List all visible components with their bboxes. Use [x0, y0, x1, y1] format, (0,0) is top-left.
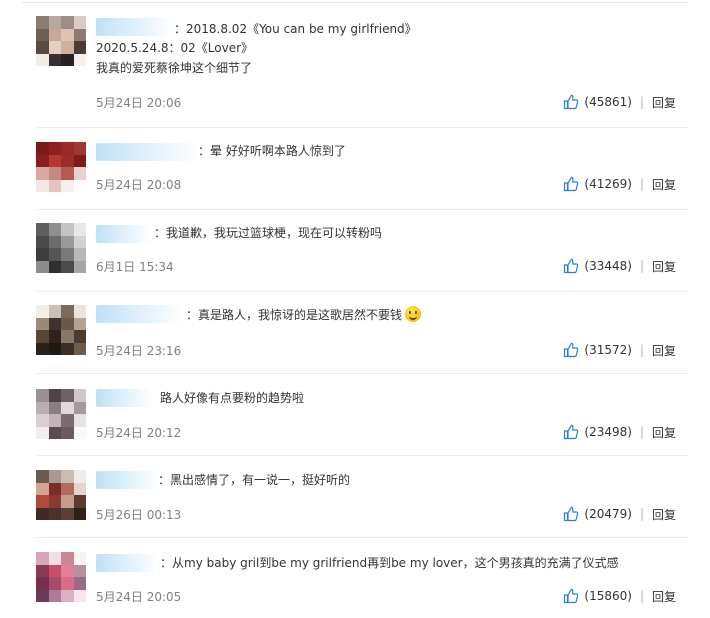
like-count: (33448): [584, 259, 632, 273]
like-button[interactable]: (33448): [563, 258, 632, 274]
like-button[interactable]: (23498): [563, 424, 632, 440]
separator: |: [639, 507, 644, 521]
comment-text: ：黑出感情了，有一说一，挺好听的: [158, 473, 351, 487]
like-button[interactable]: (20479): [563, 506, 632, 522]
reply-button[interactable]: 回复: [652, 258, 676, 275]
comment-actions: (23498) | 回复: [563, 423, 676, 441]
comment-time: 5月24日 20:06: [96, 96, 182, 110]
comment-feed: ：2018.8.02《You can be my girlfriend》 202…: [0, 0, 710, 618]
comment-actions: (15860) | 回复: [563, 587, 676, 605]
thumbs-up-icon: [564, 588, 579, 604]
comment-time: 5月24日 20:05: [96, 590, 182, 604]
username-link[interactable]: [96, 18, 172, 36]
username-link[interactable]: [96, 225, 150, 243]
like-count: (23498): [584, 425, 632, 439]
like-count: (41269): [584, 177, 632, 191]
divider: [36, 537, 688, 538]
avatar[interactable]: [36, 389, 86, 439]
username-link[interactable]: [96, 554, 158, 572]
comment-actions: (31572) | 回复: [563, 341, 676, 359]
avatar[interactable]: [36, 552, 86, 602]
like-button[interactable]: (45861): [563, 94, 632, 110]
comment-text: ：真是路人，我惊讶的是这歌居然不要钱: [186, 306, 422, 324]
thumbs-up-icon: [564, 176, 579, 192]
comment-time: 5月24日 20:08: [96, 178, 182, 192]
separator: |: [639, 425, 644, 439]
comment-actions: (45861) | 回复: [563, 93, 676, 111]
reply-button[interactable]: 回复: [652, 342, 676, 359]
comment-text: 2020.5.24.8：02《Lover》: [96, 41, 254, 55]
smiley-emoji-icon: [405, 306, 422, 322]
comment-text: ：2018.8.02《You can be my girlfriend》: [174, 22, 417, 36]
like-count: (20479): [584, 507, 632, 521]
reply-button[interactable]: 回复: [652, 94, 676, 111]
username-link[interactable]: [96, 389, 152, 407]
thumbs-up-icon: [564, 506, 579, 522]
reply-button[interactable]: 回复: [652, 588, 676, 605]
comment-text: ：从my baby gril到be my grilfriend再到be my l…: [160, 556, 619, 570]
divider: [36, 455, 688, 456]
comment-time: 5月26日 00:13: [96, 508, 182, 522]
comment-text: ：我道歉，我玩过篮球梗，现在可以转粉吗: [154, 226, 383, 240]
divider: [36, 209, 688, 210]
divider: [36, 373, 688, 374]
separator: |: [639, 177, 644, 191]
comment-actions: (41269) | 回复: [563, 175, 676, 193]
like-button[interactable]: (41269): [563, 176, 632, 192]
comment-text: 路人好像有点要粉的趋势啦: [160, 391, 305, 405]
reply-button[interactable]: 回复: [652, 506, 676, 523]
comment-time: 5月24日 20:12: [96, 426, 182, 440]
like-count: (45861): [584, 95, 632, 109]
avatar[interactable]: [36, 305, 86, 355]
avatar[interactable]: [36, 142, 86, 192]
avatar[interactable]: [36, 16, 86, 66]
divider: [36, 127, 688, 128]
separator: |: [639, 343, 644, 357]
comment-text: ：晕 好好听啊本路人惊到了: [198, 144, 346, 158]
separator: |: [639, 95, 644, 109]
username-link[interactable]: [96, 143, 198, 161]
comment-actions: (33448) | 回复: [563, 257, 676, 275]
comment-time: 5月24日 23:16: [96, 344, 182, 358]
thumbs-up-icon: [564, 424, 579, 440]
divider: [22, 2, 688, 3]
avatar[interactable]: [36, 470, 86, 520]
divider: [36, 291, 688, 292]
thumbs-up-icon: [564, 258, 579, 274]
thumbs-up-icon: [564, 94, 579, 110]
separator: |: [639, 589, 644, 603]
separator: |: [639, 259, 644, 273]
thumbs-up-icon: [564, 342, 579, 358]
username-link[interactable]: [96, 305, 182, 323]
like-button[interactable]: (15860): [563, 588, 632, 604]
comment-actions: (20479) | 回复: [563, 505, 676, 523]
username-link[interactable]: [96, 471, 158, 489]
like-count: (15860): [584, 589, 632, 603]
comment-time: 6月1日 15:34: [96, 260, 174, 274]
comment-text-content: ：真是路人，我惊讶的是这歌居然不要钱: [186, 308, 403, 322]
reply-button[interactable]: 回复: [652, 176, 676, 193]
like-button[interactable]: (31572): [563, 342, 632, 358]
avatar[interactable]: [36, 223, 86, 273]
reply-button[interactable]: 回复: [652, 424, 676, 441]
comment-text: 我真的爱死蔡徐坤这个细节了: [96, 61, 253, 75]
like-count: (31572): [584, 343, 632, 357]
